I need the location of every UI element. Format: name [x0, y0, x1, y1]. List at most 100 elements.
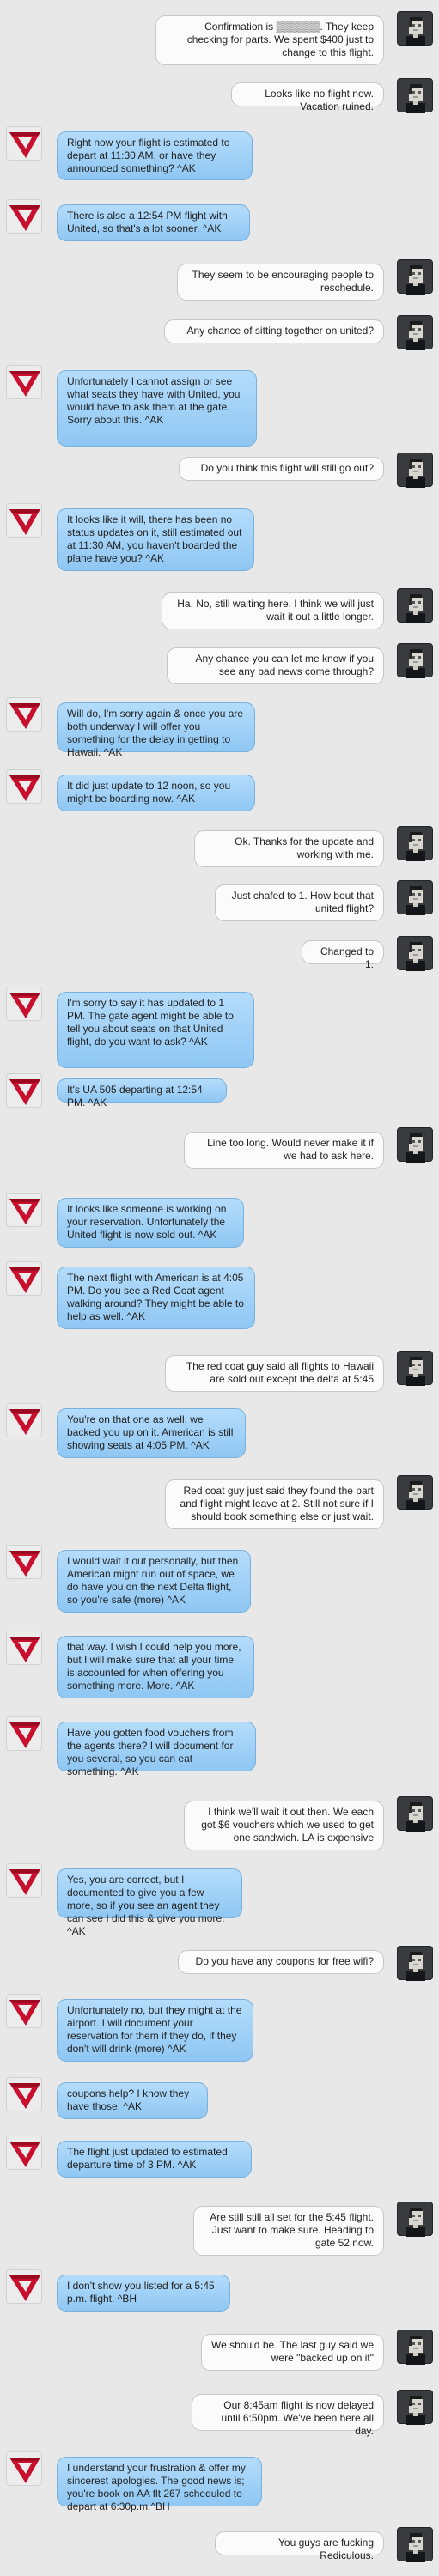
agent-avatar — [6, 2451, 42, 2486]
user-message: Just chafed to 1. How bout that united f… — [0, 880, 439, 921]
user-message-bubble: Any chance of sitting together on united… — [164, 319, 384, 343]
agent-message: Unfortunately I cannot assign or see wha… — [0, 365, 439, 447]
pixel-portrait-icon — [406, 2208, 425, 2237]
agent-message-bubble: The next flight with American is at 4:05… — [57, 1267, 255, 1329]
delta-logo-icon — [9, 371, 40, 397]
user-avatar — [397, 1796, 433, 1832]
delta-logo-icon — [9, 2083, 40, 2109]
user-message: Are still still all set for the 5:45 fli… — [0, 2202, 439, 2256]
user-message-bubble: You guys are fucking Rediculous. — [215, 2531, 384, 2561]
agent-avatar — [6, 1545, 42, 1579]
user-message-bubble: Just chafed to 1. How bout that united f… — [215, 884, 384, 921]
agent-avatar — [6, 1716, 42, 1751]
agent-avatar — [6, 2077, 42, 2111]
pixel-portrait-icon — [406, 84, 425, 113]
agent-message: It looks like someone is working on your… — [0, 1193, 439, 1248]
agent-message-bubble: I understand your frustration & offer my… — [57, 2457, 262, 2512]
user-avatar — [397, 1127, 433, 1163]
pixel-portrait-icon — [406, 17, 425, 46]
pixel-portrait-icon — [406, 2396, 425, 2425]
delta-logo-icon — [9, 993, 40, 1018]
user-message-bubble: Are still still all set for the 5:45 fli… — [193, 2206, 384, 2256]
conversation-thread: Confirmation is ▒▒▒▒▒▒. They keep checki… — [0, 0, 439, 2576]
agent-message: It looks like it will, there has been no… — [0, 503, 439, 571]
user-message-bubble: We should be. The last guy said we were … — [201, 2334, 384, 2371]
agent-avatar — [6, 1193, 42, 1227]
pixel-portrait-icon — [406, 1481, 425, 1510]
agent-message: It did just update to 12 noon, so you mi… — [0, 769, 439, 811]
agent-message: I understand your frustration & offer my… — [0, 2451, 439, 2512]
user-avatar — [397, 315, 433, 350]
pixel-portrait-icon — [406, 942, 425, 971]
user-message: Do you have any coupons for free wifi? — [0, 1946, 439, 1981]
user-message-bubble: Do you have any coupons for free wifi? — [178, 1950, 384, 1974]
agent-message: Yes, you are correct, but I documented t… — [0, 1863, 439, 1937]
pixel-portrait-icon — [406, 459, 425, 488]
user-message: Looks like no flight now. Vacation ruine… — [0, 78, 439, 113]
agent-message-bubble: Will do, I'm sorry again & once you are … — [57, 702, 255, 758]
user-message: I think we'll wait it out then. We each … — [0, 1796, 439, 1850]
user-message-bubble: Our 8:45am flight is now delayed until 6… — [192, 2394, 384, 2437]
delta-logo-icon — [9, 1869, 40, 1895]
pixel-portrait-icon — [406, 886, 425, 915]
user-message-bubble: Changed to 1. — [302, 940, 384, 970]
user-message: Our 8:45am flight is now delayed until 6… — [0, 2390, 439, 2437]
user-avatar — [397, 78, 433, 113]
user-message-bubble: Confirmation is ▒▒▒▒▒▒. They keep checki… — [155, 15, 384, 65]
agent-avatar — [6, 2136, 42, 2170]
delta-logo-icon — [9, 775, 40, 801]
user-message-bubble: Red coat guy just said they found the pa… — [165, 1479, 384, 1529]
user-message: Any chance of sitting together on united… — [0, 315, 439, 350]
user-avatar — [397, 2202, 433, 2237]
user-message: Confirmation is ▒▒▒▒▒▒. They keep checki… — [0, 11, 439, 65]
agent-avatar — [6, 199, 42, 234]
user-message-bubble: Do you think this flight will still go o… — [179, 457, 384, 481]
agent-message: I'm sorry to say it has updated to 1 PM.… — [0, 987, 439, 1068]
delta-logo-icon — [9, 1637, 40, 1662]
agent-message-bubble: Unfortunately no, but they might at the … — [57, 1999, 253, 2062]
delta-logo-icon — [9, 1267, 40, 1293]
agent-message: It's UA 505 departing at 12:54 PM. ^AK — [0, 1073, 439, 1109]
user-avatar — [397, 259, 433, 295]
user-message: We should be. The last guy said we were … — [0, 2330, 439, 2371]
delta-logo-icon — [9, 132, 40, 158]
agent-message-bubble: You're on that one as well, we backed yo… — [57, 1408, 246, 1458]
user-avatar — [397, 1946, 433, 1981]
delta-logo-icon — [9, 2458, 40, 2483]
agent-message: I would wait it out personally, but then… — [0, 1545, 439, 1613]
pixel-portrait-icon — [406, 321, 425, 350]
user-message-bubble: The red coat guy said all flights to Haw… — [165, 1355, 384, 1392]
user-avatar — [397, 2527, 433, 2562]
user-avatar — [397, 1475, 433, 1510]
agent-message: Will do, I'm sorry again & once you are … — [0, 697, 439, 758]
user-avatar — [397, 643, 433, 678]
agent-message-bubble: It's UA 505 departing at 12:54 PM. ^AK — [57, 1078, 227, 1109]
agent-avatar — [6, 503, 42, 538]
user-avatar — [397, 936, 433, 971]
agent-message-bubble: coupons help? I know they have those. ^A… — [57, 2082, 208, 2119]
agent-avatar — [6, 1863, 42, 1898]
pixel-portrait-icon — [406, 1802, 425, 1832]
user-message-bubble: Ok. Thanks for the update and working wi… — [194, 830, 384, 867]
agent-message: I don't show you listed for a 5:45 p.m. … — [0, 2269, 439, 2312]
agent-avatar — [6, 1631, 42, 1665]
agent-message: You're on that one as well, we backed yo… — [0, 1403, 439, 1458]
agent-avatar — [6, 1261, 42, 1296]
agent-message-bubble: It did just update to 12 noon, so you mi… — [57, 775, 255, 811]
agent-message-bubble: Right now your flight is estimated to de… — [57, 131, 253, 180]
user-avatar — [397, 453, 433, 488]
pixel-portrait-icon — [406, 1952, 425, 1981]
delta-logo-icon — [9, 1199, 40, 1224]
agent-message: that way. I wish I could help you more, … — [0, 1631, 439, 1698]
agent-avatar — [6, 1994, 42, 2028]
agent-message-bubble: that way. I wish I could help you more, … — [57, 1636, 254, 1698]
agent-avatar — [6, 769, 42, 804]
user-message: Do you think this flight will still go o… — [0, 453, 439, 488]
agent-avatar — [6, 2269, 42, 2304]
agent-message: The flight just updated to estimated dep… — [0, 2136, 439, 2178]
user-avatar — [397, 11, 433, 46]
delta-logo-icon — [9, 2000, 40, 2026]
delta-logo-icon — [9, 703, 40, 729]
agent-message: There is also a 12:54 PM flight with Uni… — [0, 199, 439, 241]
user-message-bubble: Ha. No, still waiting here. I think we w… — [162, 592, 384, 629]
